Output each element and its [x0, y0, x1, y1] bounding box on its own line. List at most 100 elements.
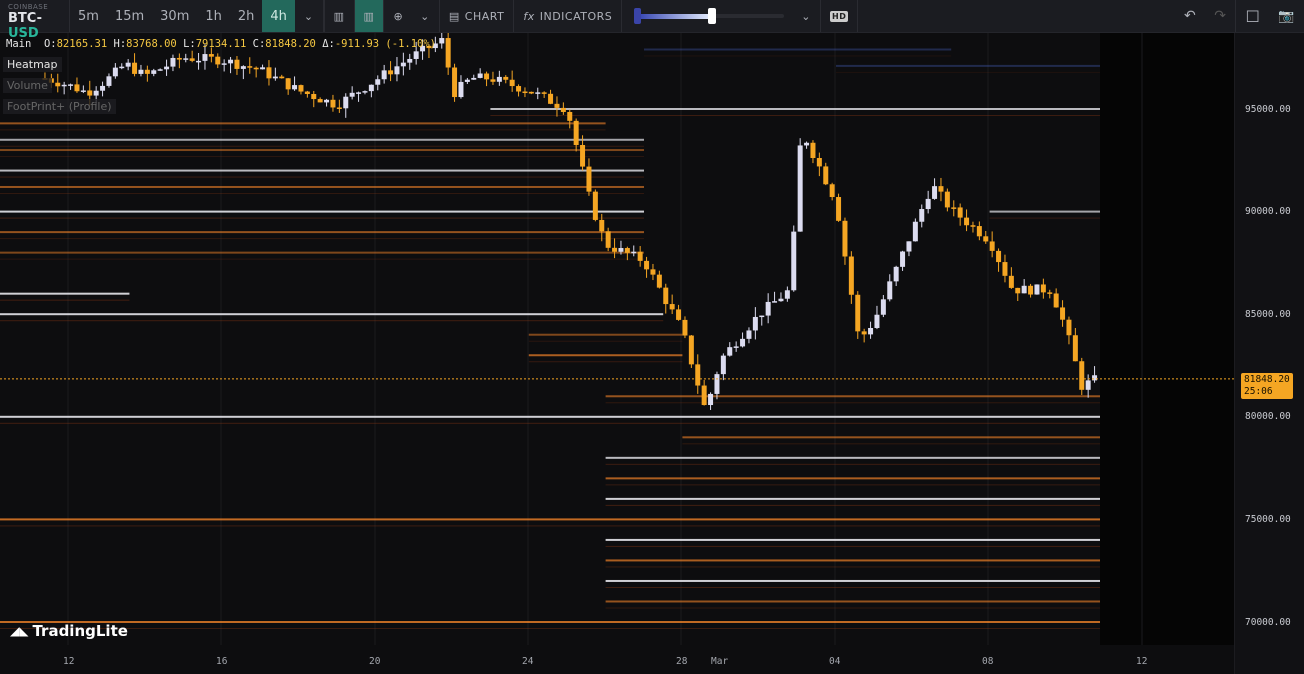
candle-body — [919, 209, 925, 222]
candle-body — [221, 63, 227, 65]
candle-body — [650, 269, 656, 275]
heatmap-range-slider[interactable] — [622, 0, 792, 32]
candle-body — [669, 304, 675, 310]
timeframe-2h[interactable]: 2h — [230, 0, 263, 32]
candle-body — [93, 90, 99, 96]
candle-body — [343, 96, 349, 109]
heatmap-level — [490, 108, 1100, 110]
function-icon: fx — [523, 9, 535, 23]
chart-canvas[interactable] — [0, 33, 1234, 674]
heatmap-level — [0, 621, 1100, 623]
chart-settings-icon: ▤ — [448, 9, 460, 23]
candle-body — [68, 84, 74, 86]
candle-body — [1085, 380, 1091, 390]
candle-body — [1092, 375, 1098, 381]
high-label: H: — [113, 38, 127, 50]
candle-body — [784, 290, 790, 299]
layer-volume[interactable]: Volume — [3, 78, 52, 93]
candle-body — [727, 347, 733, 356]
change-value: -911.93 (-1.10%) — [334, 38, 437, 50]
candle-body — [708, 393, 714, 406]
candle-body — [55, 82, 61, 87]
candle-body — [317, 99, 323, 103]
timeframe-4h[interactable]: 4h — [262, 0, 295, 32]
time-label: 28 — [676, 656, 688, 667]
chevron-down-icon: ⌄ — [801, 9, 811, 23]
candle-body — [484, 73, 490, 80]
candle-body — [957, 207, 963, 218]
candle-body — [516, 86, 522, 92]
candle-body — [394, 66, 400, 75]
candle-body — [701, 385, 707, 406]
heatmap-level — [0, 210, 644, 213]
price-axis[interactable]: 95000.00 90000.00 85000.00 80000.00 7500… — [1234, 33, 1304, 674]
chevron-down-icon: ⌄ — [303, 9, 314, 23]
candle-body — [996, 250, 1002, 263]
candle-body — [458, 81, 464, 98]
candle-body — [279, 76, 285, 79]
heatmap-level — [605, 484, 1100, 486]
redo-button[interactable]: ↷ — [1205, 0, 1235, 32]
candle-body — [202, 54, 208, 61]
candle-body — [637, 251, 643, 261]
candle-body — [848, 256, 854, 295]
candle-chart-button[interactable]: ▥ — [354, 0, 385, 32]
candle-body — [836, 197, 842, 221]
hd-toggle[interactable]: HD — [821, 0, 859, 32]
fullscreen-button[interactable]: ☐ — [1235, 0, 1269, 32]
slider-dropdown[interactable]: ⌄ — [792, 0, 821, 32]
layer-heatmap[interactable]: Heatmap — [3, 57, 62, 72]
layout-button[interactable]: ⊕ ⌄ — [384, 0, 440, 32]
heatmap-level — [0, 320, 664, 322]
candle-body — [752, 316, 758, 331]
undo-button[interactable]: ↶ — [1175, 0, 1205, 32]
globe-icon: ⊕ — [393, 9, 404, 23]
candle-body — [183, 58, 189, 60]
timeframe-5m[interactable]: 5m — [70, 0, 107, 32]
timeframe-15m[interactable]: 15m — [107, 0, 152, 32]
symbol-selector[interactable]: COINBASE BTC-USD — [0, 0, 70, 41]
candle-body — [938, 186, 944, 192]
candles-icon: ▥ — [363, 9, 375, 23]
high-value: 83768.00 — [126, 38, 177, 50]
slider-handle-low[interactable] — [634, 8, 642, 24]
bar-chart-button[interactable]: ▥ — [323, 0, 355, 32]
candle-body — [1072, 335, 1078, 362]
slider-handle-high[interactable] — [708, 8, 717, 24]
timeframe-1h[interactable]: 1h — [197, 0, 230, 32]
heatmap-level — [605, 504, 1100, 506]
heatmap-level — [605, 477, 1100, 480]
candle-body — [503, 76, 509, 80]
heatmap-level — [0, 122, 606, 125]
chart-button[interactable]: ▤ CHART — [440, 0, 515, 32]
time-label: Mar — [711, 656, 729, 667]
layer-footprint[interactable]: FootPrint+ (Profile) — [3, 99, 116, 114]
candle-body — [772, 301, 778, 303]
brand-logo: ◢◣ TradingLite — [10, 622, 128, 640]
candle-body — [304, 91, 310, 95]
heatmap-level — [644, 48, 952, 51]
timeframe-dropdown[interactable]: ⌄ — [295, 0, 324, 32]
candle-body — [1034, 284, 1040, 295]
heatmap-level — [605, 402, 1100, 404]
candle-body — [1002, 262, 1008, 276]
candle-body — [797, 145, 803, 232]
candle-body — [125, 62, 131, 67]
candle-body — [196, 60, 202, 63]
price-label: 95000.00 — [1245, 104, 1291, 115]
timeframe-30m[interactable]: 30m — [152, 0, 197, 32]
toolbar: COINBASE BTC-USD 5m 15m 30m 1h 2h 4h ⌄ ▥… — [0, 0, 1304, 41]
heatmap-level — [528, 354, 683, 357]
heatmap-level — [682, 443, 1100, 445]
screenshot-button[interactable]: 📷 — [1269, 0, 1304, 32]
candle-body — [439, 38, 445, 44]
candle-body — [804, 142, 810, 146]
indicators-button[interactable]: fx INDICATORS — [514, 0, 623, 32]
chevron-down-icon: ⌄ — [420, 9, 430, 23]
candle-body — [976, 226, 982, 237]
candle-body — [887, 281, 893, 300]
candle-body — [311, 94, 317, 100]
price-label: 75000.00 — [1245, 514, 1291, 525]
candle-body — [624, 248, 630, 253]
heatmap-level — [0, 251, 644, 254]
